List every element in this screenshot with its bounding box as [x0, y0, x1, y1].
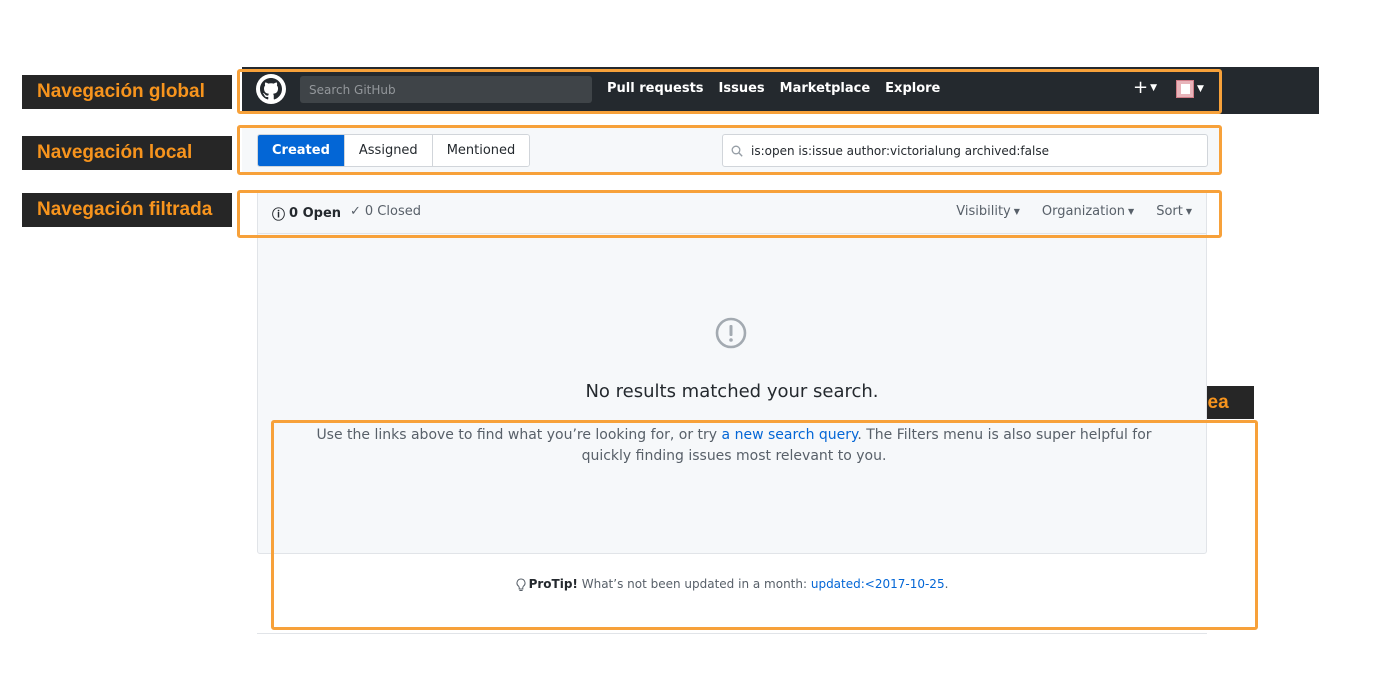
blankslate-title: No results matched your search.	[585, 381, 879, 402]
global-nav: Pull requests Issues Marketplace Explore	[607, 81, 940, 96]
visibility-menu[interactable]: Visibility ▼	[956, 204, 1020, 219]
create-new-menu[interactable]: + ▼	[1133, 77, 1157, 98]
blankslate-description: Use the links above to find what you’re …	[294, 425, 1174, 467]
avatar	[1176, 80, 1194, 98]
nav-explore[interactable]: Explore	[885, 81, 940, 96]
protip-link[interactable]: updated:<2017-10-25	[811, 577, 945, 591]
annotation-label-filtered: Navegación filtrada	[22, 193, 232, 227]
annotation-label-local: Navegación local	[22, 136, 232, 170]
sort-menu[interactable]: Sort ▼	[1156, 204, 1192, 219]
tab-created[interactable]: Created	[258, 135, 344, 166]
new-search-query-link[interactable]: a new search query	[722, 427, 858, 443]
issues-search-field[interactable]	[722, 134, 1208, 167]
closed-count: 0 Closed	[364, 204, 421, 219]
divider	[257, 633, 1207, 634]
user-menu[interactable]: ▼	[1176, 80, 1204, 98]
nav-issues[interactable]: Issues	[719, 81, 765, 96]
check-icon: ✓	[350, 204, 361, 219]
organization-menu[interactable]: Organization ▼	[1042, 204, 1134, 219]
blankslate: No results matched your search. Use the …	[258, 235, 1206, 553]
plus-icon: +	[1133, 77, 1149, 98]
organization-menu-label: Organization	[1041, 204, 1126, 219]
nav-pull-requests[interactable]: Pull requests	[607, 81, 704, 96]
annotation-label-global: Navegación global	[22, 75, 232, 109]
open-count: 0 Open	[289, 206, 342, 221]
sort-menu-label: Sort	[1156, 204, 1183, 219]
global-header: Pull requests Issues Marketplace Explore…	[242, 67, 1319, 114]
light-bulb-icon	[516, 577, 526, 591]
filter-bar: ⓘ 0 Open ✓ 0 Closed Visibility ▼ Organiza…	[258, 191, 1206, 234]
caret-down-icon: ▼	[1013, 207, 1020, 216]
filter-menus: Visibility ▼ Organization ▼ Sort ▼	[956, 204, 1192, 219]
issue-opened-icon	[715, 317, 747, 349]
nav-marketplace[interactable]: Marketplace	[780, 81, 871, 96]
tab-assigned[interactable]: Assigned	[343, 135, 432, 166]
github-logo-icon[interactable]	[256, 74, 286, 104]
protip-label: ProTip!	[528, 577, 578, 591]
caret-down-icon: ▼	[1185, 207, 1192, 216]
tab-mentioned[interactable]: Mentioned	[431, 135, 530, 166]
caret-down-icon: ▼	[1150, 83, 1158, 93]
protip: ProTip! What’s not been updated in a mon…	[257, 577, 1207, 592]
open-issues-toggle[interactable]: ⓘ 0 Open	[272, 204, 341, 223]
global-search-input[interactable]	[300, 76, 592, 103]
issues-list-box: ⓘ 0 Open ✓ 0 Closed Visibility ▼ Organiza…	[257, 190, 1207, 554]
visibility-menu-label: Visibility	[956, 204, 1011, 219]
search-icon	[731, 145, 743, 157]
blankslate-text-before: Use the links above to find what you’re …	[316, 427, 722, 443]
protip-text: What’s not been updated in a month:	[577, 577, 811, 591]
caret-down-icon: ▼	[1128, 207, 1135, 216]
issue-opened-icon: ⓘ	[272, 208, 286, 223]
local-nav-bar: Created Assigned Mentioned	[242, 127, 1221, 172]
issues-search-input[interactable]	[751, 143, 1191, 158]
issues-scope-tabs: Created Assigned Mentioned	[257, 134, 531, 167]
caret-down-icon: ▼	[1197, 84, 1204, 94]
closed-issues-toggle[interactable]: ✓ 0 Closed	[350, 204, 421, 219]
protip-end: .	[944, 577, 949, 591]
